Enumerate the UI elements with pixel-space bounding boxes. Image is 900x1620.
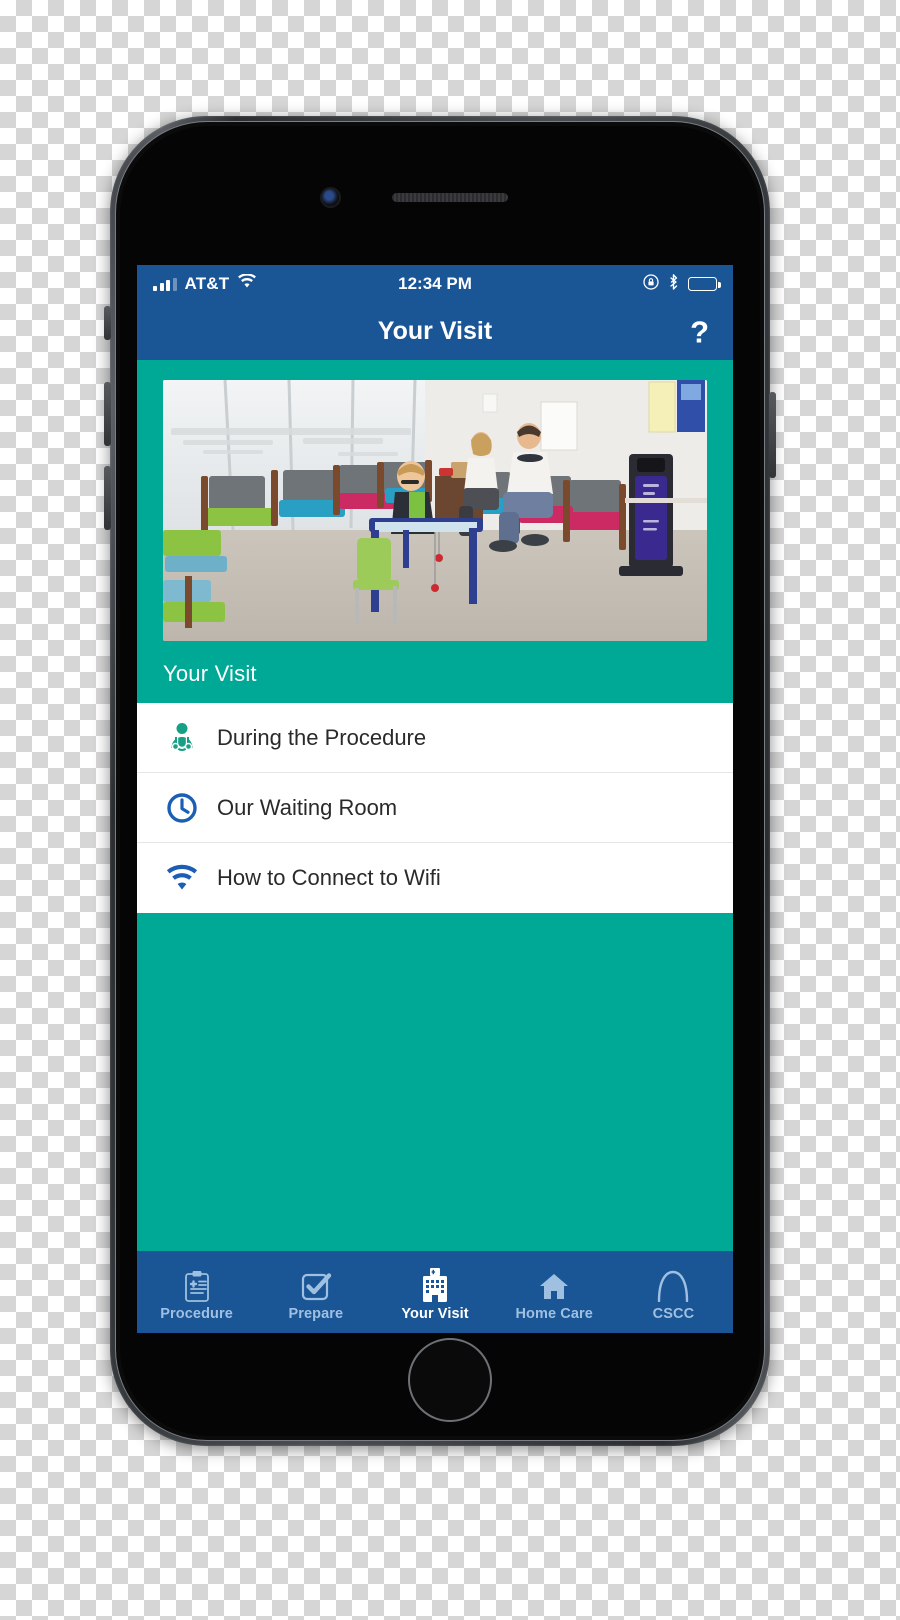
clipboard-medical-icon [182,1266,212,1302]
section-header: Your Visit [137,641,733,703]
clock-icon [163,789,201,827]
list-item-label: During the Procedure [217,724,427,750]
earpiece-speaker [392,193,508,202]
status-bar: AT&T 12:34 PM [137,265,733,303]
doctor-stethoscope-icon [163,719,201,757]
menu-list: During the Procedure Our Waiting Room Ho… [137,703,733,913]
tab-home-care[interactable]: Home Care [495,1251,614,1333]
tab-label: Home Care [515,1306,593,1322]
list-item-label: How to Connect to Wifi [217,865,441,890]
rotation-lock-icon [643,273,659,295]
tab-procedure[interactable]: Procedure [137,1251,256,1333]
battery-icon [688,277,721,291]
hospital-building-icon [420,1266,450,1302]
status-bar-clock: 12:34 PM [398,274,472,293]
power-button[interactable] [769,392,776,478]
navigation-bar: Your Visit ? [137,303,733,360]
list-item-how-to-connect-to-wifi[interactable]: How to Connect to Wifi [137,843,733,913]
status-bar-left: AT&T [153,273,257,294]
page-title: Your Visit [377,317,493,345]
home-button[interactable] [408,1338,492,1422]
cellular-signal-icon [153,277,177,291]
carrier-label: AT&T [184,274,230,293]
bottom-tab-bar: Procedure Prepare Your Visit Home Care C… [137,1251,733,1333]
tab-label: Your Visit [401,1306,469,1322]
wifi-icon [163,859,201,897]
content-filler [137,913,733,1251]
tab-prepare[interactable]: Prepare [256,1251,375,1333]
tab-your-visit[interactable]: Your Visit [375,1251,494,1333]
phone-screen: AT&T 12:34 PM Your Visit ? Your Visit Du… [137,265,733,1333]
tab-label: Procedure [160,1306,233,1322]
list-item-label: Our Waiting Room [217,794,398,820]
front-camera-icon [322,189,339,206]
list-item-during-the-procedure[interactable]: During the Procedure [137,703,733,773]
status-bar-right [643,273,721,295]
tab-cscc[interactable]: CSCC [614,1251,733,1333]
help-button[interactable]: ? [690,316,709,347]
tab-label: CSCC [652,1306,695,1322]
volume-up-button[interactable] [104,382,111,446]
waiting-room-photo [163,380,707,641]
list-item-our-waiting-room[interactable]: Our Waiting Room [137,773,733,843]
wifi-icon [237,273,257,294]
hero-image-container [137,360,733,641]
arch-icon [656,1266,690,1302]
tab-label: Prepare [288,1306,344,1322]
mute-switch[interactable] [104,306,111,340]
home-icon [537,1266,571,1302]
volume-down-button[interactable] [104,466,111,530]
checkbox-checked-icon [300,1266,332,1302]
bluetooth-icon [668,273,679,295]
